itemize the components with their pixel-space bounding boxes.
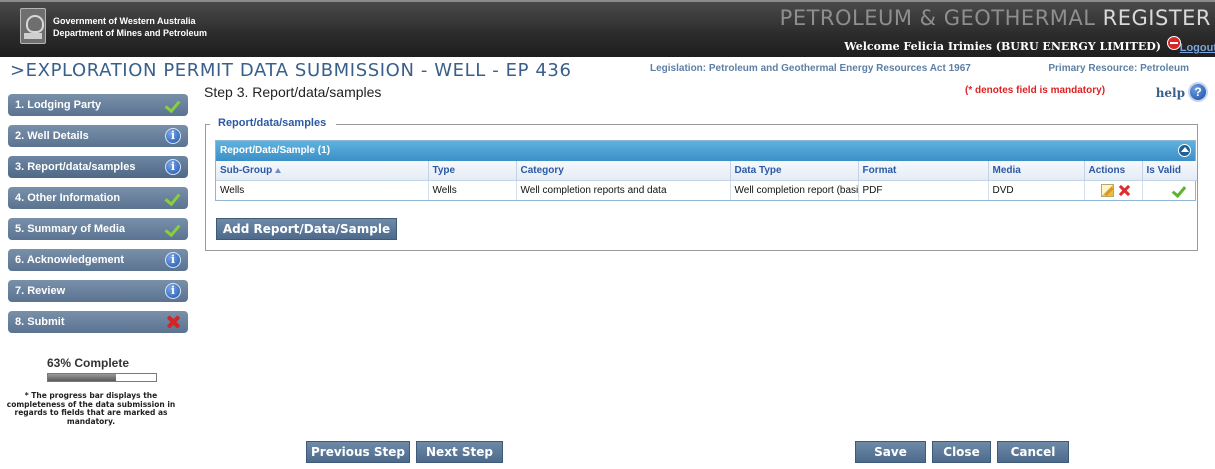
column-header-type[interactable]: Type <box>428 161 517 181</box>
close-button[interactable]: Close <box>932 441 991 463</box>
help-icon[interactable]: ? <box>1188 82 1208 102</box>
sidebar-step-other-information[interactable]: 4. Other Information <box>8 187 188 209</box>
info-icon <box>165 128 181 144</box>
column-header-data-type[interactable]: Data Type <box>730 161 859 181</box>
cell-category: Well completion reports and data <box>516 180 731 200</box>
government-name: Government of Western Australia <box>53 16 196 26</box>
help-link[interactable]: help <box>1156 86 1185 100</box>
check-icon <box>165 190 181 206</box>
sidebar-step-submit[interactable]: 8. Submit <box>8 311 188 333</box>
sidebar-step-summary-of-media[interactable]: 5. Summary of Media <box>8 218 188 240</box>
info-icon <box>165 252 181 268</box>
department-name: Department of Mines and Petroleum <box>53 28 208 38</box>
progress-note: * The progress bar displays the complete… <box>6 391 176 426</box>
table-row[interactable]: Wells Wells Well completion reports and … <box>216 180 1197 200</box>
sidebar-step-label: 6. Acknowledgement <box>15 254 125 266</box>
page-title: >EXPLORATION PERMIT DATA SUBMISSION - WE… <box>10 60 572 81</box>
progress-label: 63% Complete <box>47 356 130 370</box>
cell-actions <box>1084 180 1143 200</box>
save-button[interactable]: Save <box>855 441 926 463</box>
step-heading: Step 3. Report/data/samples <box>204 84 382 100</box>
fieldset-legend: Report/data/samples <box>216 117 329 129</box>
cell-format: PDF <box>858 180 989 200</box>
check-icon <box>165 221 181 237</box>
cancel-button[interactable]: Cancel <box>997 441 1069 463</box>
collapse-icon[interactable] <box>1178 144 1191 157</box>
x-icon <box>165 314 181 330</box>
cell-is-valid <box>1142 180 1197 200</box>
register-title: PETROLEUM & GEOTHERMAL REGISTER <box>780 6 1211 30</box>
sidebar-step-acknowledgement[interactable]: 6. Acknowledgement <box>8 249 188 271</box>
sidebar-step-report-data-samples[interactable]: 3. Report/data/samples <box>8 156 188 178</box>
valid-check-icon <box>1171 184 1185 197</box>
register-title-prefix: PETROLEUM & GEOTHERMAL <box>779 6 1103 30</box>
logout-link[interactable]: Logout <box>1180 42 1215 54</box>
legislation-text: Legislation: Petroleum and Geothermal En… <box>650 63 971 74</box>
primary-resource-text: Primary Resource: Petroleum <box>1048 63 1189 74</box>
report-data-grid: Report/Data/Sample (1) Sub-Group Type Ca… <box>215 140 1197 201</box>
column-header-is-valid: Is Valid <box>1142 161 1197 181</box>
sidebar-step-label: 8. Submit <box>15 316 65 328</box>
column-label: Sub-Group <box>220 164 273 176</box>
grid-title: Report/Data/Sample (1) <box>220 145 331 156</box>
register-title-suffix: REGISTER <box>1102 6 1211 30</box>
cell-media: DVD <box>988 180 1085 200</box>
column-header-media[interactable]: Media <box>988 161 1085 181</box>
edit-icon[interactable] <box>1100 183 1114 197</box>
grid-table: Sub-Group Type Category Data Type Format… <box>216 161 1197 200</box>
welcome-message: Welcome Felicia Irimies (BURU ENERGY LIM… <box>844 40 1161 53</box>
grid-header-row: Sub-Group Type Category Data Type Format… <box>216 161 1197 181</box>
app-header: Government of Western Australia Departme… <box>0 0 1215 57</box>
sidebar-step-label: 5. Summary of Media <box>15 223 126 235</box>
cell-sub-group: Wells <box>216 180 429 200</box>
progress-fill <box>48 374 117 381</box>
sidebar-step-well-details[interactable]: 2. Well Details <box>8 125 188 147</box>
sidebar-step-label: 1. Lodging Party <box>15 99 102 111</box>
mandatory-note: (* denotes field is mandatory) <box>965 85 1106 96</box>
sidebar-step-review[interactable]: 7. Review <box>8 280 188 302</box>
progress-bar <box>47 373 157 382</box>
previous-step-button[interactable]: Previous Step <box>306 441 410 463</box>
sidebar-step-lodging-party[interactable]: 1. Lodging Party <box>8 94 188 116</box>
info-icon <box>165 283 181 299</box>
sidebar-step-label: 4. Other Information <box>15 192 121 204</box>
cell-data-type: Well completion report (basic <box>730 180 859 200</box>
delete-icon[interactable] <box>1118 184 1131 197</box>
column-header-format[interactable]: Format <box>858 161 989 181</box>
info-icon <box>165 159 181 175</box>
column-header-sub-group[interactable]: Sub-Group <box>216 161 429 181</box>
check-icon <box>165 97 181 113</box>
government-crest-icon <box>20 8 46 44</box>
fieldset-border <box>336 124 1198 125</box>
column-header-category[interactable]: Category <box>516 161 731 181</box>
sort-ascending-icon <box>275 167 282 173</box>
sidebar-step-label: 7. Review <box>15 285 66 297</box>
next-step-button[interactable]: Next Step <box>416 441 503 463</box>
add-report-data-sample-button[interactable]: Add Report/Data/Sample <box>216 218 397 240</box>
column-header-actions: Actions <box>1084 161 1143 181</box>
grid-title-bar: Report/Data/Sample (1) <box>216 141 1195 161</box>
sidebar-step-label: 3. Report/data/samples <box>15 161 136 173</box>
fieldset-border <box>205 124 210 125</box>
step-sidebar: 1. Lodging Party 2. Well Details 3. Repo… <box>8 94 188 342</box>
sidebar-step-label: 2. Well Details <box>15 130 89 142</box>
cell-type: Wells <box>428 180 517 200</box>
